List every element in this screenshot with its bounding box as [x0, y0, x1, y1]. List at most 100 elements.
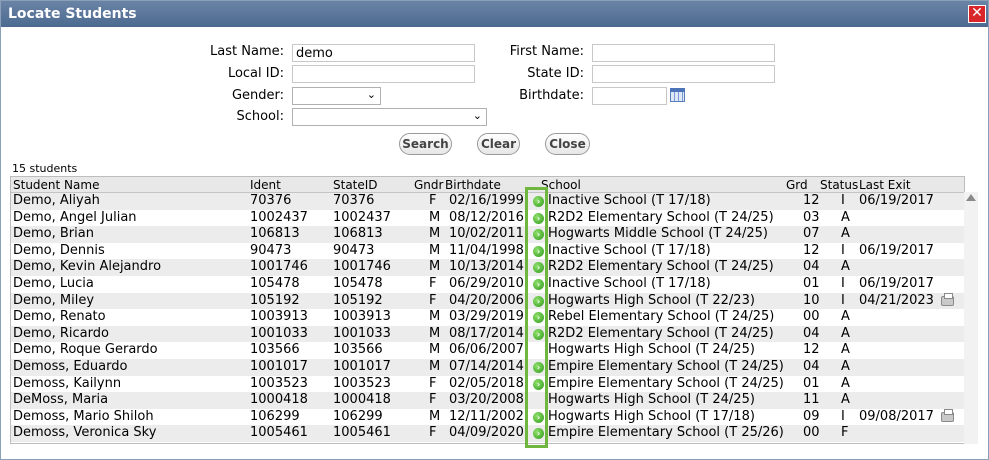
printer-icon[interactable] [941, 408, 954, 422]
ident-cell: 1002437 [250, 209, 308, 225]
close-button[interactable]: Close [545, 133, 590, 155]
close-icon[interactable]: ✕ [968, 5, 986, 23]
col-last-exit[interactable]: Last Exit [859, 178, 911, 192]
local-id-label: Local ID: [227, 66, 284, 81]
go-arrow-icon[interactable]: › [533, 295, 544, 307]
school-cell: Empire Elementary School (T 24/25) [548, 358, 784, 374]
table-row[interactable]: Demo, Dennis 90473 90473 M 11/04/1998 Inactiv… [11, 242, 964, 260]
table-row[interactable]: Demo, Brian 106813 106813 M 10/02/2011 Hogwar… [11, 226, 964, 243]
grade-cell: 00 [803, 309, 820, 325]
table-row[interactable]: Demoss, Eduardo 1001017 1001017 M 07/14/2014… [11, 358, 964, 376]
grade-cell: 07 [803, 226, 820, 242]
table-row[interactable]: Demoss, Kailynn 1003523 1003523 F 02/05/2018… [11, 375, 964, 393]
student-name-cell: Demo, Brian [13, 226, 94, 242]
student-name-cell: Demoss, Mario Shiloh [13, 408, 154, 424]
gender-cell: M [429, 325, 441, 341]
state-id-cell: 106813 [333, 226, 383, 242]
table-row[interactable]: Demo, Renato 1003913 1003913 M 03/29/2019 Reb… [11, 309, 964, 326]
birthdate-input[interactable] [592, 87, 667, 105]
ident-cell: 1005461 [250, 425, 308, 441]
table-row[interactable]: Demo, Miley 105192 105192 F 04/20/2006 Hogwar… [11, 292, 964, 310]
go-arrow-icon[interactable]: › [533, 328, 544, 340]
table-row[interactable]: Demo, Ricardo 1001033 1001033 M 08/17/2014 R2… [11, 325, 964, 343]
go-arrow-icon[interactable]: › [533, 312, 544, 324]
school-label: School: [236, 109, 284, 124]
birthdate-cell: 02/16/1999 [449, 193, 524, 208]
table-row[interactable]: Demo, Roque Gerardo 103566 103566 M 06/06/20… [11, 342, 964, 359]
grade-cell: 10 [803, 292, 820, 308]
scroll-up-icon[interactable] [966, 194, 976, 201]
table-row[interactable]: Demo, Kevin Alejandro 1001746 1001746 M 10/1… [11, 259, 964, 276]
gender-cell: M [429, 408, 441, 424]
printer-icon[interactable] [941, 292, 954, 306]
col-birthdate[interactable]: Birthdate [445, 178, 501, 192]
go-arrow-icon[interactable]: › [533, 229, 544, 241]
birthdate-cell: 10/02/2011 [449, 226, 524, 242]
go-arrow-icon[interactable]: › [533, 428, 544, 440]
school-select[interactable]: ⌄ [292, 108, 487, 126]
state-id-cell: 105192 [333, 292, 383, 308]
col-school[interactable]: School [541, 178, 581, 192]
state-id-input[interactable] [592, 65, 775, 83]
status-cell: A [841, 375, 850, 391]
school-cell: Hogwarts High School (T 22/23) [548, 292, 755, 308]
birthdate-cell: 10/13/2014 [449, 259, 524, 275]
grade-cell: 09 [803, 408, 820, 424]
student-name-cell: Demoss, Eduardo [13, 358, 128, 374]
col-grd[interactable]: Grd [786, 178, 808, 192]
go-arrow-icon[interactable]: › [533, 361, 544, 373]
birthdate-cell: 03/20/2008 [449, 392, 524, 408]
school-cell: Inactive School (T 17/18) [548, 242, 711, 258]
calendar-icon[interactable] [670, 88, 685, 102]
go-arrow-icon[interactable]: › [533, 262, 544, 274]
state-id-cell: 1001746 [333, 259, 391, 275]
status-cell: I [841, 242, 845, 258]
grade-cell: 01 [803, 275, 820, 291]
student-name-cell: Demo, Miley [13, 292, 95, 308]
last-name-label: Last Name: [210, 44, 284, 59]
go-arrow-icon[interactable]: › [533, 378, 544, 390]
gender-cell: M [429, 342, 441, 358]
state-id-cell: 103566 [333, 342, 383, 358]
table-row[interactable]: Demo, Lucia 105478 105478 F 06/29/2010 Inacti… [11, 275, 964, 293]
clear-button[interactable]: Clear [477, 133, 520, 155]
status-cell: I [841, 408, 845, 424]
col-ident[interactable]: Ident [250, 178, 281, 192]
student-name-cell: Demo, Kevin Alejandro [13, 259, 162, 275]
go-arrow-icon[interactable]: › [533, 278, 544, 290]
birthdate-cell: 11/04/1998 [449, 242, 524, 258]
state-id-cell: 1001017 [333, 358, 391, 374]
scrollbar[interactable] [964, 192, 978, 444]
first-name-input[interactable] [592, 44, 775, 62]
gender-select[interactable]: ⌄ [292, 87, 381, 105]
go-arrow-icon[interactable]: › [533, 196, 544, 207]
go-arrow-icon[interactable]: › [533, 411, 544, 423]
state-id-cell: 1003523 [333, 375, 391, 391]
go-arrow-icon[interactable]: › [533, 245, 544, 257]
status-cell: A [841, 342, 850, 358]
grade-cell: 01 [803, 375, 820, 391]
table-row[interactable]: Demo, Angel Julian 1002437 1002437 M 08/12/2… [11, 209, 964, 227]
student-name-cell: Demo, Angel Julian [13, 209, 137, 225]
col-state-id[interactable]: StateID [333, 178, 378, 192]
go-arrow-icon[interactable]: › [533, 212, 544, 224]
school-cell: R2D2 Elementary School (T 24/25) [548, 325, 774, 341]
grade-cell: 11 [803, 392, 820, 408]
col-student-name[interactable]: Student Name [13, 178, 99, 192]
table-row[interactable]: Demo, Aliyah 70376 70376 F 02/16/1999 Inactiv… [11, 193, 964, 210]
col-status[interactable]: Status [820, 178, 858, 192]
ident-cell: 1003913 [250, 309, 308, 325]
school-cell: R2D2 Elementary School (T 24/25) [548, 259, 774, 275]
col-gndr[interactable]: Gndr [414, 178, 443, 192]
school-cell: Hogwarts High School (T 24/25) [548, 392, 755, 408]
student-name-cell: Demo, Roque Gerardo [13, 342, 158, 358]
birthdate-cell: 06/06/2007 [449, 342, 524, 358]
status-cell: A [841, 325, 850, 341]
table-row[interactable]: Demoss, Mario Shiloh 106299 106299 M 12/11/2… [11, 408, 964, 426]
table-row[interactable]: Demoss, Veronica Sky 1005461 1005461 F 04/09… [11, 425, 964, 442]
search-button[interactable]: Search [399, 133, 452, 155]
ident-cell: 90473 [250, 242, 292, 258]
birthdate-cell: 07/14/2014 [449, 358, 524, 374]
table-row[interactable]: DeMoss, Maria 1000418 1000418 F 03/20/2008 Ho… [11, 392, 964, 409]
student-name-cell: Demo, Ricardo [13, 325, 109, 341]
